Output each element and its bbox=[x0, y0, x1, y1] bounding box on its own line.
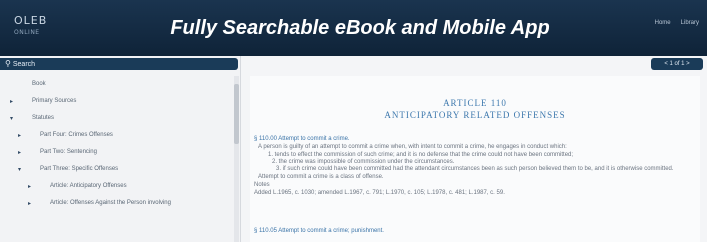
article-title-heading: ANTICIPATORY RELATED OFFENSES bbox=[384, 110, 566, 120]
toc-item[interactable]: ▸ Part Two: Sentencing bbox=[0, 144, 232, 161]
chevron-right-icon[interactable]: ▸ bbox=[18, 132, 21, 139]
section-text: Added L.1965, c. 1030; amended L.1967, c… bbox=[254, 190, 505, 196]
logo-text: OLEB bbox=[14, 14, 48, 27]
section-text: 3. if such crime could have been committ… bbox=[276, 166, 674, 172]
article-number-heading: ARTICLE 110 bbox=[443, 98, 507, 108]
section-heading[interactable]: § 110.05 Attempt to commit a crime; puni… bbox=[254, 228, 384, 234]
section-text: 1. tends to effect the commission of suc… bbox=[268, 152, 574, 158]
sidebar: ⚲ Search Book ▸ Primary Sources ▾ Statutes ▸ Pa… bbox=[0, 56, 241, 242]
sidebar-search-bar[interactable]: ⚲ Search bbox=[0, 58, 238, 70]
chevron-right-icon[interactable]: ▸ bbox=[28, 183, 31, 190]
sidebar-scrollbar[interactable] bbox=[234, 76, 239, 242]
chevron-down-icon[interactable]: ▾ bbox=[18, 166, 21, 173]
chevron-right-icon[interactable]: ▸ bbox=[28, 200, 31, 207]
toc-item[interactable]: ▸ Part Four: Crimes Offenses bbox=[0, 127, 232, 144]
toc-item[interactable]: ▸ Article: Offenses Against the Person in… bbox=[0, 195, 232, 212]
section-text: Notes bbox=[254, 182, 270, 188]
chevron-right-icon[interactable]: ▸ bbox=[18, 149, 21, 156]
document-content: ARTICLE 110 ANTICIPATORY RELATED OFFENSE… bbox=[250, 76, 700, 242]
top-header: OLEB ONLINE Fully Searchable eBook and M… bbox=[0, 0, 707, 56]
promo-banner: Fully Searchable eBook and Mobile App bbox=[170, 17, 550, 39]
page-navigator[interactable]: < 1 of 1 > bbox=[651, 58, 703, 70]
chevron-down-icon[interactable]: ▾ bbox=[10, 115, 13, 122]
logo-subtext: ONLINE bbox=[14, 29, 40, 36]
section-text: Attempt to commit a crime is a class of … bbox=[258, 174, 384, 180]
toc-item[interactable]: ▾ Part Three: Specific Offenses bbox=[0, 161, 232, 178]
top-link-library[interactable]: Library bbox=[681, 20, 699, 26]
toc-item-label: Primary Sources bbox=[32, 98, 77, 104]
chevron-right-icon[interactable]: ▸ bbox=[10, 98, 13, 105]
toc-item-label: Part Two: Sentencing bbox=[40, 149, 97, 155]
toc-item-label: Article: Anticipatory Offenses bbox=[50, 183, 127, 189]
table-of-contents: Book ▸ Primary Sources ▾ Statutes ▸ Part Four:… bbox=[0, 76, 232, 212]
search-label: Search bbox=[12, 61, 36, 68]
toc-item-label: Statutes bbox=[32, 115, 55, 121]
section-text: 2. the crime was impossible of commissio… bbox=[272, 159, 455, 165]
toc-item-label: Part Four: Crimes Offenses bbox=[40, 132, 113, 138]
toc-item[interactable]: ▸ Article: Anticipatory Offenses bbox=[0, 178, 232, 195]
toc-item-label: Book bbox=[32, 81, 46, 87]
toc-item-label: Article: Offenses Against the Person inv… bbox=[50, 200, 171, 206]
toc-item-label: Part Three: Specific Offenses bbox=[40, 166, 119, 172]
section-heading[interactable]: § 110.00 Attempt to commit a crime. bbox=[254, 136, 350, 142]
toc-item[interactable]: ▸ Primary Sources bbox=[0, 93, 232, 110]
sidebar-scroll-thumb[interactable] bbox=[234, 84, 239, 144]
section-text: A person is guilty of an attempt to comm… bbox=[258, 144, 567, 150]
top-link-home[interactable]: Home bbox=[655, 20, 671, 26]
toc-item[interactable]: Book bbox=[0, 76, 232, 93]
search-icon: ⚲ bbox=[5, 59, 11, 68]
site-logo[interactable]: OLEB ONLINE bbox=[14, 15, 76, 39]
top-links: Home Library bbox=[655, 20, 699, 26]
toc-item[interactable]: ▾ Statutes bbox=[0, 110, 232, 127]
